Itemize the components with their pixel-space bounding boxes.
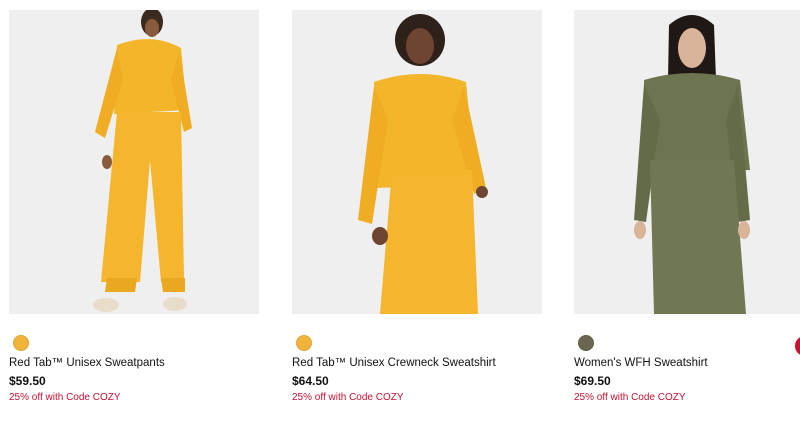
product-card: Red Tab™ Unisex Crewneck Sweatshirt $64.… [292,0,542,422]
product-image[interactable] [292,10,542,314]
product-image[interactable] [9,10,259,314]
model-photo-icon [574,10,800,314]
product-price: $69.50 [574,374,611,388]
model-photo-icon [9,10,259,314]
color-swatch[interactable] [296,335,312,351]
product-image[interactable] [574,10,800,314]
promo-text: 25% off with Code COZY [574,392,686,403]
product-name[interactable]: Women's WFH Sweatshirt [574,357,708,369]
product-name[interactable]: Red Tab™ Unisex Sweatpants [9,357,165,369]
product-card: Red Tab™ Unisex Sweatpants $59.50 25% of… [9,0,259,422]
product-price: $64.50 [292,374,329,388]
product-card: Women's WFH Sweatshirt $69.50 25% off wi… [574,0,800,422]
color-swatch[interactable] [578,335,594,351]
model-photo-icon [292,10,542,314]
promo-text: 25% off with Code COZY [292,392,404,403]
color-swatch[interactable] [13,335,29,351]
product-price: $59.50 [9,374,46,388]
promo-text: 25% off with Code COZY [9,392,121,403]
product-name[interactable]: Red Tab™ Unisex Crewneck Sweatshirt [292,357,496,369]
